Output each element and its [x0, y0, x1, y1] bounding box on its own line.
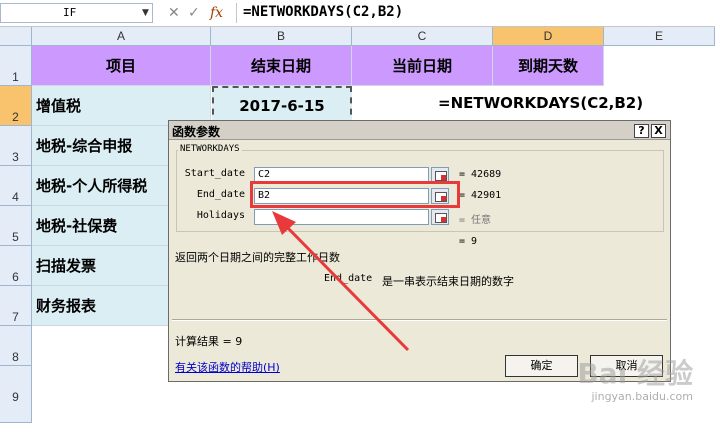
watermark-url: jingyan.baidu.com	[591, 390, 693, 403]
watermark-logo: Bai 经验	[577, 357, 693, 390]
